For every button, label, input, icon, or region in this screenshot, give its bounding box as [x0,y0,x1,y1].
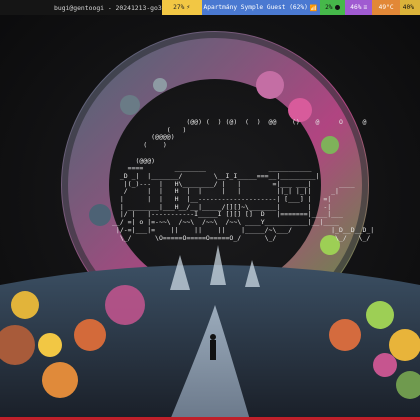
battery-value: 27% [173,4,185,11]
volume-value: 2% [325,4,333,11]
cpu-value: 40% [402,4,414,11]
window-title: bugi@gentoogi - 20241213-go3 [54,3,162,12]
wifi-indicator[interactable]: Apartmány Symple Guest (62%) 📶 [201,0,320,15]
temperature-indicator[interactable]: 49°C [372,0,400,15]
terminal-line: \_/ \O=====O=====O=====O_/ \_/ \_/ \_/ [112,233,371,242]
volume-indicator[interactable]: 2% [319,0,346,15]
wifi-value: Apartmány Symple Guest (62%) [203,4,308,11]
wifi-icon: 📶 [309,4,318,12]
battery-icon: ⚡ [186,4,191,11]
temperature-value: 49°C [378,4,394,11]
memory-indicator[interactable]: 46% ≡ [345,0,373,15]
memory-value: 46% [350,4,362,11]
volume-icon [334,5,340,10]
terminal-output[interactable]: (@@) ( ) (@) ( ) @@ () @ O @ ( ) (@@@@) … [112,118,374,242]
battery-indicator[interactable]: 27% ⚡ [161,0,202,15]
status-bar: bugi@gentoogi - 20241213-go3 27% ⚡ Apart… [0,0,420,15]
cpu-indicator[interactable]: 40% [399,0,420,15]
memory-icon: ≡ [363,4,368,11]
terminal-line: ( ) [112,141,167,150]
